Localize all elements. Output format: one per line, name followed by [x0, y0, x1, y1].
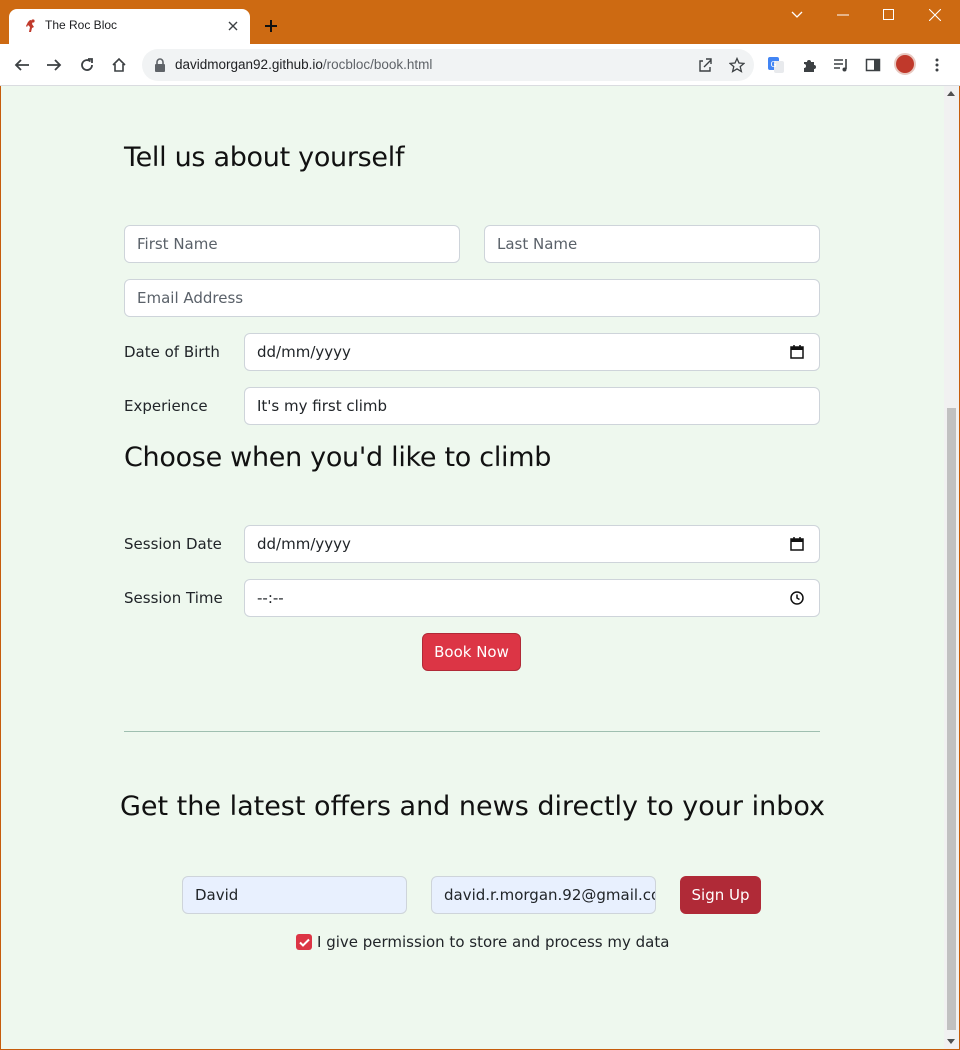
- session-heading: Choose when you'd like to climb: [124, 442, 552, 473]
- tab-title: The Roc Bloc: [45, 18, 118, 32]
- scroll-up-arrow-icon[interactable]: [947, 91, 955, 96]
- dob-value: dd/mm/yyyy: [257, 343, 351, 361]
- about-heading: Tell us about yourself: [124, 142, 405, 173]
- email-placeholder: Email Address: [137, 289, 244, 307]
- experience-value: It's my first climb: [257, 397, 388, 415]
- last-name-placeholder: Last Name: [497, 235, 578, 253]
- extensions-puzzle-icon[interactable]: [798, 54, 820, 76]
- newsletter-email-value: david.r.morgan.92@gmail.co: [444, 886, 656, 904]
- newsletter-name-input[interactable]: David: [182, 876, 407, 914]
- scroll-down-arrow-icon[interactable]: [947, 1039, 955, 1044]
- new-tab-plus-icon[interactable]: [259, 14, 283, 38]
- email-input[interactable]: Email Address: [124, 279, 820, 317]
- experience-select[interactable]: It's my first climb: [244, 387, 820, 425]
- forward-arrow-icon[interactable]: [40, 51, 68, 79]
- dob-date-input[interactable]: dd/mm/yyyy: [244, 333, 820, 371]
- session-date-value: dd/mm/yyyy: [257, 535, 351, 553]
- newsletter-heading: Get the latest offers and news directly …: [119, 791, 826, 822]
- minimize-window-icon[interactable]: [820, 0, 866, 30]
- session-time-value: --:--: [257, 589, 284, 607]
- browser-tab[interactable]: The Roc Bloc: [9, 9, 250, 44]
- url-path: /rocbloc/book.html: [322, 57, 433, 72]
- browser-title-bar: The Roc Bloc: [0, 0, 960, 44]
- newsletter-name-value: David: [195, 886, 239, 904]
- svg-text:G: G: [771, 60, 777, 69]
- experience-label: Experience: [124, 397, 208, 415]
- close-tab-icon[interactable]: [222, 15, 244, 37]
- consent-label[interactable]: I give permission to store and process m…: [317, 933, 669, 951]
- profile-avatar[interactable]: [894, 53, 916, 75]
- address-bar[interactable]: davidmorgan92.github.io/rocbloc/book.htm…: [142, 49, 754, 81]
- calendar-icon[interactable]: [789, 344, 805, 360]
- clock-icon[interactable]: [789, 590, 805, 606]
- menu-kebab-icon[interactable]: [926, 54, 948, 76]
- sign-up-button[interactable]: Sign Up: [680, 876, 761, 914]
- share-icon[interactable]: [695, 55, 715, 75]
- dob-label: Date of Birth: [124, 343, 220, 361]
- lock-icon[interactable]: [152, 57, 168, 73]
- booking-page: Tell us about yourself First Name Last N…: [1, 86, 944, 1049]
- back-arrow-icon[interactable]: [8, 51, 36, 79]
- first-name-placeholder: First Name: [137, 235, 218, 253]
- newsletter-email-input[interactable]: david.r.morgan.92@gmail.co: [431, 876, 656, 914]
- checkmark-icon: [298, 938, 310, 947]
- rock-climber-favicon-icon: [26, 19, 35, 32]
- consent-checkbox[interactable]: [296, 934, 312, 950]
- media-controls-icon[interactable]: [830, 54, 852, 76]
- first-name-input[interactable]: First Name: [124, 225, 460, 263]
- url-text: davidmorgan92.github.io/rocbloc/book.htm…: [175, 57, 432, 72]
- session-date-input[interactable]: dd/mm/yyyy: [244, 525, 820, 563]
- calendar-icon[interactable]: [789, 536, 805, 552]
- home-icon[interactable]: [105, 51, 133, 79]
- page-scrollbar[interactable]: [944, 86, 959, 1049]
- side-panel-icon[interactable]: [862, 54, 884, 76]
- scrollbar-thumb[interactable]: [947, 408, 956, 1030]
- book-now-button[interactable]: Book Now: [422, 633, 521, 671]
- browser-toolbar: davidmorgan92.github.io/rocbloc/book.htm…: [0, 44, 960, 86]
- session-date-label: Session Date: [124, 535, 222, 553]
- reload-icon[interactable]: [73, 51, 101, 79]
- url-host: davidmorgan92.github.io: [175, 57, 323, 72]
- tab-search-chevron-icon[interactable]: [774, 0, 820, 30]
- session-time-label: Session Time: [124, 589, 223, 607]
- translate-extension-icon[interactable]: G: [765, 54, 787, 76]
- bookmark-star-icon[interactable]: [727, 55, 747, 75]
- maximize-window-icon[interactable]: [866, 0, 912, 30]
- last-name-input[interactable]: Last Name: [484, 225, 820, 263]
- section-divider: [124, 731, 820, 732]
- close-window-icon[interactable]: [912, 0, 958, 30]
- page-viewport: Tell us about yourself First Name Last N…: [1, 86, 959, 1049]
- session-time-input[interactable]: --:--: [244, 579, 820, 617]
